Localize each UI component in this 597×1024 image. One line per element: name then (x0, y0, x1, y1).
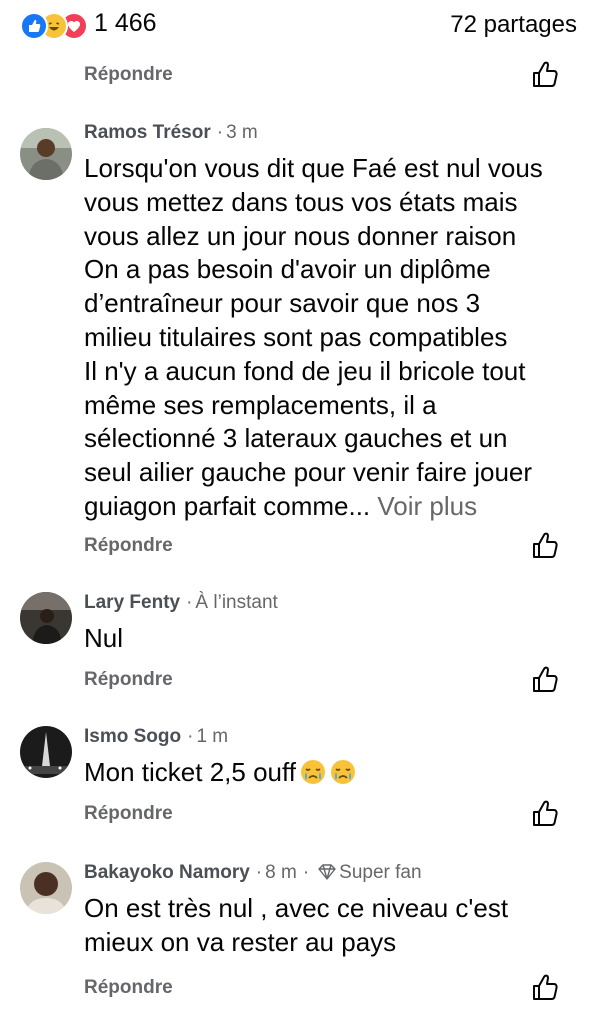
like-icon[interactable] (532, 60, 558, 88)
comment-meta: Lary Fenty · À l’instant (84, 592, 278, 613)
comment-line: Il n'y a aucun fond de jeu il bricole to… (84, 355, 526, 386)
comment-time[interactable]: 3 m (226, 122, 258, 143)
reaction-count[interactable]: 1 466 (94, 9, 157, 38)
comment-line: On est très nul , avec ce niveau c'est (84, 893, 509, 923)
comment-line-text: guiagon parfait comme... (84, 490, 371, 521)
like-reaction-icon (20, 12, 48, 40)
crying-face-icon (330, 759, 356, 785)
like-icon[interactable] (532, 531, 558, 559)
comment-line: d’entraîneur pour savoir que nos 3 (84, 288, 481, 319)
comment-line: milieu titulaires sont pas compatibles (84, 321, 508, 352)
comment-line: Nul (84, 623, 124, 653)
comment-line-text: Mon ticket 2,5 ouff (84, 757, 296, 787)
comment-line: Lorsqu'on vous dit que Faé est nul vous (84, 153, 543, 183)
comment-line: Mon ticket 2,5 ouff (84, 756, 584, 790)
comment-meta: Ramos Trésor · 3 m (84, 122, 258, 143)
comment-line: même ses remplacements, il a (84, 389, 437, 420)
comment-line: vous allez un jour nous donner raison (84, 220, 517, 251)
reply-button[interactable]: Répondre (84, 669, 173, 691)
comment-text: Lorsqu'on vous dit que Faé est nul vous … (84, 152, 584, 524)
post-stats-bar: 1 466 72 partages (0, 0, 597, 56)
comment-line: vous mettez dans tous vos états mais (84, 186, 518, 217)
avatar[interactable] (20, 128, 72, 180)
like-icon[interactable] (532, 665, 558, 693)
author-name[interactable]: Ismo Sogo (84, 726, 181, 747)
reply-button[interactable]: Répondre (84, 535, 173, 557)
comment-actions: Répondre (84, 531, 574, 561)
shares-count[interactable]: 72 partages (450, 11, 577, 39)
crying-face-icon (300, 759, 326, 785)
like-icon[interactable] (532, 799, 558, 827)
like-icon[interactable] (532, 973, 558, 1001)
comment-actions: Répondre (84, 973, 574, 1003)
avatar[interactable] (20, 862, 72, 914)
comment-actions: Répondre (84, 60, 574, 90)
comment-meta: Bakayoko Namory · 8 m · Super fan (84, 862, 422, 886)
comment-line: guiagon parfait comme... Voir plus (84, 490, 584, 524)
comment-line: mieux on va rester au pays (84, 926, 397, 957)
comment-meta: Ismo Sogo · 1 m (84, 726, 229, 747)
reply-button[interactable]: Répondre (84, 803, 173, 825)
comment-actions: Répondre (84, 799, 574, 829)
comment-time[interactable]: 8 m (265, 862, 297, 883)
comment-line: sélectionné 3 lateraux gauches et un (84, 423, 508, 454)
comment-text: Mon ticket 2,5 ouff (84, 756, 584, 790)
see-more-link[interactable]: Voir plus (377, 491, 477, 521)
super-fan-badge[interactable]: Super fan (339, 862, 421, 883)
avatar[interactable] (20, 726, 72, 778)
comment-actions: Répondre (84, 665, 574, 695)
avatar[interactable] (20, 592, 72, 644)
reply-button[interactable]: Répondre (84, 64, 173, 86)
comment-line: On a pas besoin d'avoir un diplôme (84, 254, 491, 285)
reply-button[interactable]: Répondre (84, 977, 173, 999)
comment-text: Nul (84, 622, 584, 656)
comment-time[interactable]: 1 m (196, 726, 228, 747)
comment-text: On est très nul , avec ce niveau c'est m… (84, 892, 584, 960)
diamond-icon (318, 864, 336, 886)
author-name[interactable]: Ramos Trésor (84, 122, 211, 143)
author-name[interactable]: Bakayoko Namory (84, 862, 250, 883)
author-name[interactable]: Lary Fenty (84, 592, 180, 613)
comment-line: seul ailier gauche pour venir faire joue… (84, 457, 533, 488)
comment-time[interactable]: À l’instant (195, 592, 277, 613)
